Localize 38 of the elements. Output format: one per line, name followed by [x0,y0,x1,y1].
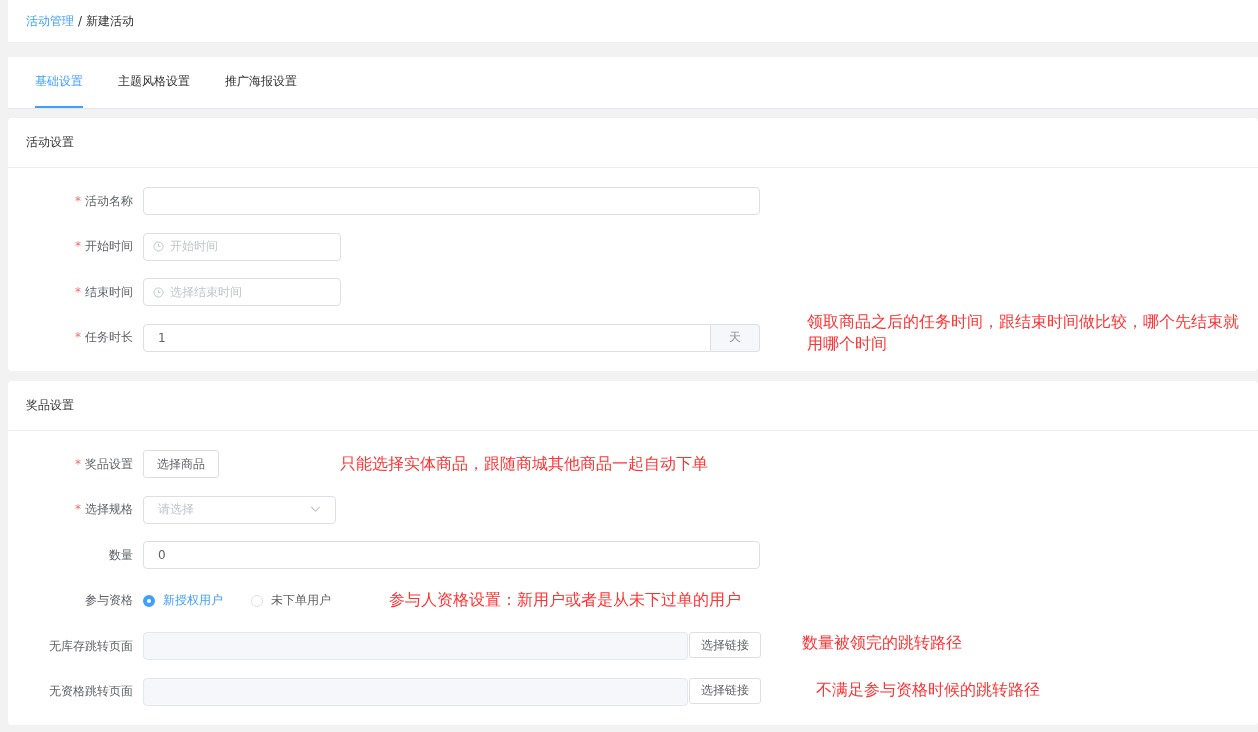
field-label: 数量 [108,546,134,564]
select-link-button[interactable]: 选择链接 [689,677,761,704]
annotation-note: 不满足参与资格时候的跳转路径 [816,678,1040,701]
section-title: 奖品设置 [8,381,1258,431]
select-product-button[interactable]: 选择商品 [143,450,219,478]
required-asterisk: * [75,330,81,344]
field-label: * 选择规格 [74,501,134,518]
radio-option[interactable]: 未下单用户 [251,592,331,609]
required-asterisk: * [75,239,81,253]
field-label: 参与资格 [84,592,134,609]
text-input[interactable]: 0 [143,541,760,569]
field-label: 无资格跳转页面 [48,683,134,700]
text-input[interactable] [143,187,760,215]
select-link-button[interactable]: 选择链接 [689,632,761,658]
field-label: * 活动名称 [74,192,134,210]
breadcrumb-current: 新建活动 [86,12,135,30]
breadcrumb-separator: / [78,14,83,28]
field-label: * 任务时长 [74,329,134,346]
section-title: 活动设置 [8,118,1258,168]
clock-icon [153,286,164,298]
required-asterisk: * [75,284,81,299]
field-label: * 结束时间 [74,283,134,301]
tab[interactable]: 推广海报设置 [225,57,297,108]
field-label: * 开始时间 [74,238,134,255]
chevron-down-icon [310,506,321,513]
number-input[interactable]: 1 [143,323,711,352]
required-asterisk: * [75,456,81,471]
annotation-note: 领取商品之后的任务时间，跟结束时间做比较，哪个先结束就用哪个时间 [807,310,1240,355]
annotation-note: 参与人资格设置：新用户或者是从未下过单的用户 [389,588,741,611]
clock-icon [153,241,164,252]
required-asterisk: * [75,193,81,208]
field-label: 无库存跳转页面 [48,637,134,655]
annotation-note: 数量被领完的跳转路径 [802,632,962,654]
annotation-note: 只能选择实体商品，跟随商城其他商品一起自动下单 [340,453,708,475]
unit-addon: 天 [711,323,760,352]
required-asterisk: * [75,502,81,516]
field-label: * 奖品设置 [74,455,134,473]
tab[interactable]: 主题风格设置 [118,57,190,108]
